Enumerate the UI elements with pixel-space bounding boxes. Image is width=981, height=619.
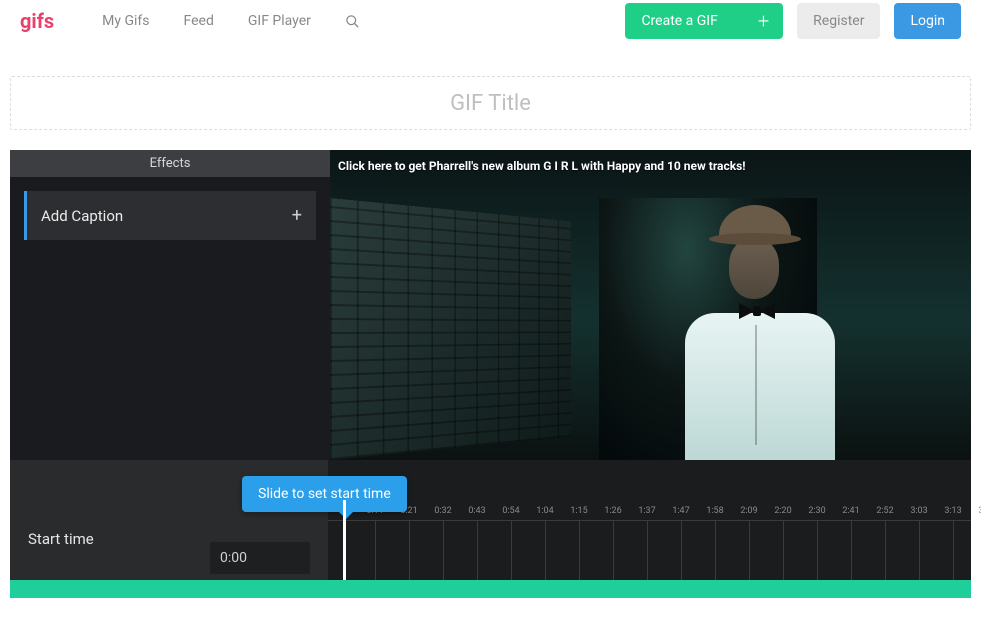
login-button[interactable]: Login [894,3,961,39]
logo[interactable]: gifs [20,9,54,33]
plus-icon: + [292,205,302,226]
timeline-tick-label: 2:30 [800,506,834,516]
editor: Effects Add Caption + Click here to get … [10,150,971,460]
timeline-tick-label: 0:43 [460,506,494,516]
timeline: Start time 0:110:210:320:430:541:041:151… [10,460,971,580]
timeline-tick-label: 2:09 [732,506,766,516]
register-button[interactable]: Register [797,3,880,39]
video-frame [330,150,971,460]
effects-sidebar: Effects Add Caption + [10,150,330,460]
nav-feed[interactable]: Feed [170,13,228,29]
timeline-tick-label: 0:54 [494,506,528,516]
topbar: gifs My Gifs Feed GIF Player Create a GI… [0,0,981,42]
start-time-input[interactable] [210,542,310,574]
search-button[interactable] [331,14,374,29]
timeline-tick-label: 2:52 [868,506,902,516]
start-time-label: Start time [28,530,210,548]
timeline-tick-label: 2:20 [766,506,800,516]
plus-icon: + [758,11,769,31]
timeline-ticks [328,520,971,580]
timeline-tick-label: 1:26 [596,506,630,516]
tab-effects[interactable]: Effects [10,150,330,177]
bottom-action-bar[interactable] [10,580,971,598]
add-caption-label: Add Caption [41,207,123,225]
nav-my-gifs[interactable]: My Gifs [88,13,163,29]
video-preview[interactable]: Click here to get Pharrell's new album G… [330,150,971,460]
timeline-tick-labels: 0:110:210:320:430:541:041:151:261:371:47… [328,506,971,516]
create-gif-label: Create a GIF [641,13,717,29]
timeline-tick-label: 1:47 [664,506,698,516]
search-icon [345,14,360,29]
create-gif-button[interactable]: Create a GIF + [625,3,783,39]
add-caption-button[interactable]: Add Caption + [24,191,316,240]
timeline-tick-label: 3:24 [970,506,981,516]
timeline-tick-label: 0:32 [426,506,460,516]
timeline-tick-label: 3:13 [936,506,970,516]
timeline-tick-label: 2:41 [834,506,868,516]
timeline-tick-label: 1:04 [528,506,562,516]
timeline-tick-label: 1:37 [630,506,664,516]
timeline-tick-label: 3:03 [902,506,936,516]
timeline-tick-label: 1:58 [698,506,732,516]
slide-tooltip: Slide to set start time [242,476,407,512]
gif-title-input[interactable]: GIF Title [10,76,971,130]
nav-gif-player[interactable]: GIF Player [234,13,325,29]
video-overlay-banner[interactable]: Click here to get Pharrell's new album G… [338,158,963,174]
timeline-track[interactable]: 0:110:210:320:430:541:041:151:261:371:47… [328,460,971,580]
timeline-tick-label: 1:15 [562,506,596,516]
playhead[interactable] [343,500,346,580]
